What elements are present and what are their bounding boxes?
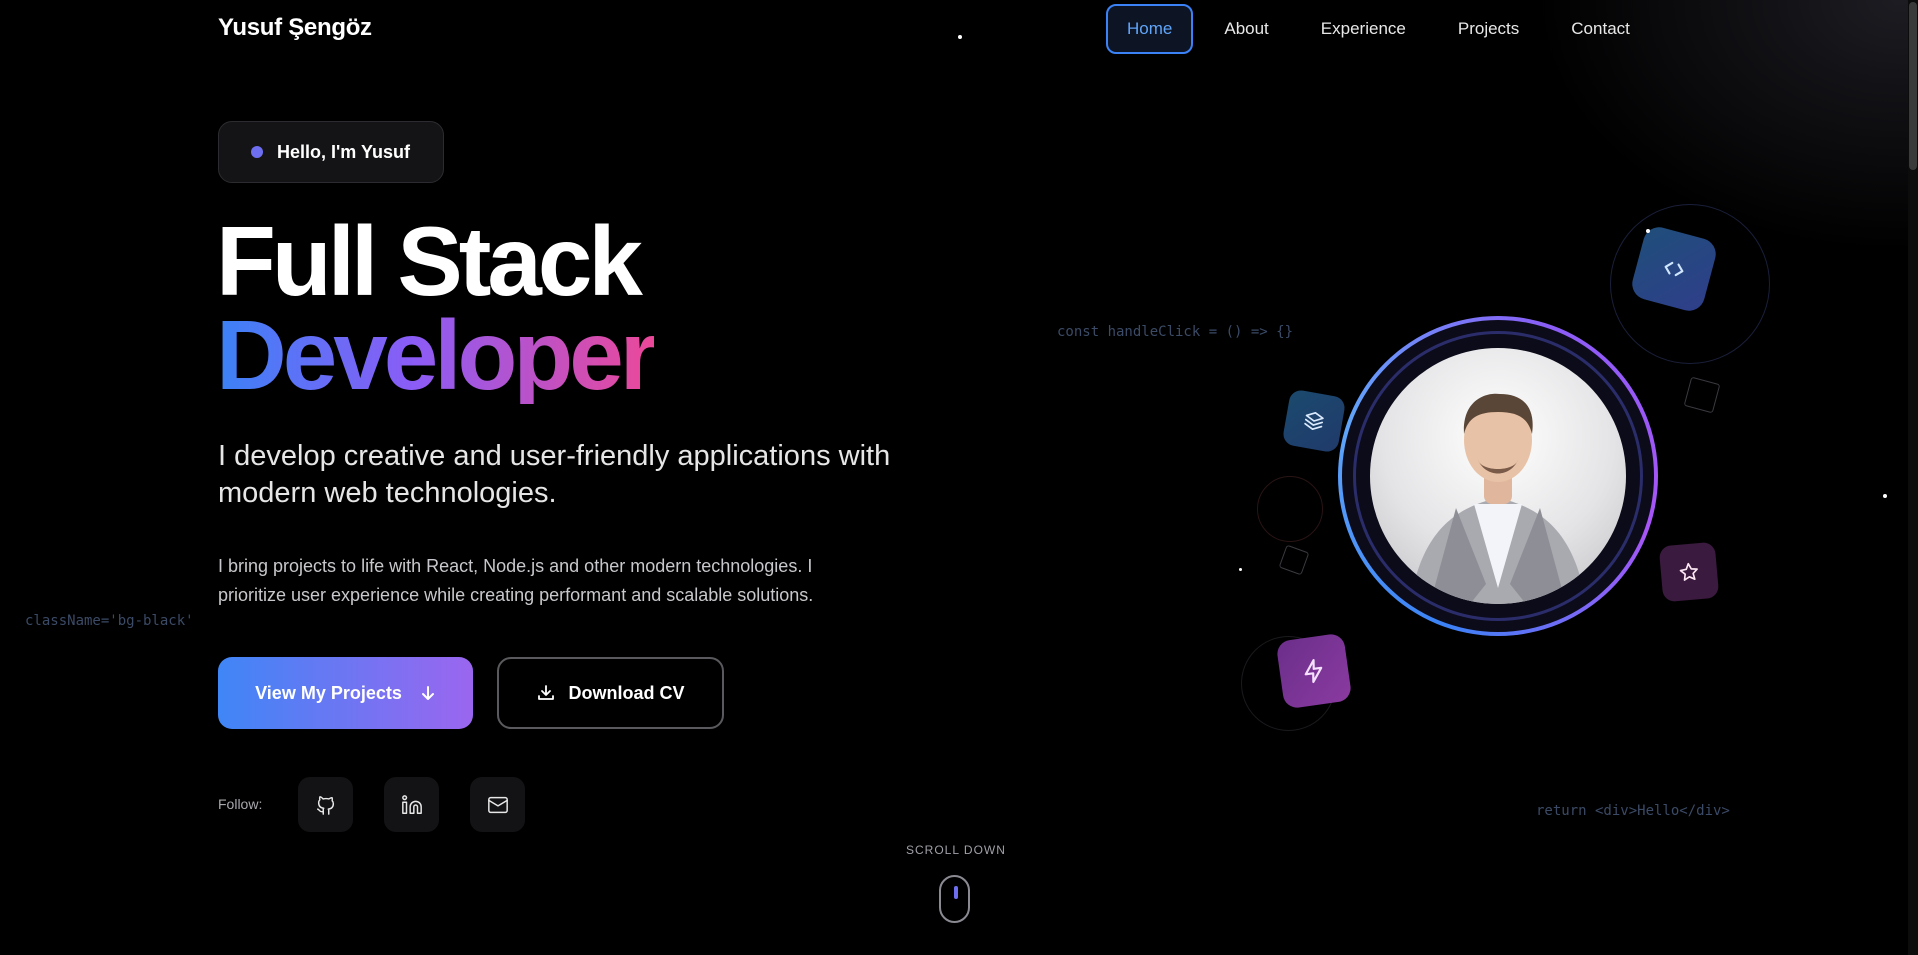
mouse-wheel (954, 886, 958, 899)
main-nav: Home About Experience Projects Contact (1106, 4, 1651, 54)
sparkle-3 (1239, 568, 1242, 571)
scrollbar-thumb[interactable] (1909, 2, 1917, 170)
linkedin-link[interactable] (384, 777, 439, 832)
star-tile (1658, 541, 1720, 603)
decor-square-1 (1683, 376, 1721, 414)
view-projects-label: View My Projects (255, 682, 402, 703)
code-snippet-top: const handleClick = () => {} (1057, 324, 1294, 340)
layers-icon (1304, 411, 1324, 431)
mail-icon (487, 796, 508, 813)
portrait-frame (1338, 316, 1658, 636)
code-snippet-left: className='bg-black' (25, 613, 194, 629)
decor-ring-left (1257, 476, 1323, 542)
page: Yusuf Şengöz Home About Experience Proje… (0, 0, 1918, 955)
nav-contact[interactable]: Contact (1550, 4, 1651, 54)
nav-experience[interactable]: Experience (1300, 4, 1427, 54)
arrow-down-icon (421, 686, 434, 700)
sparkle-2 (1646, 229, 1650, 233)
download-icon (537, 685, 554, 700)
github-link[interactable] (298, 777, 353, 832)
sparkle-4 (1883, 494, 1887, 498)
hero-lead: I develop creative and user-friendly app… (218, 440, 891, 509)
lightning-icon (1304, 659, 1323, 684)
view-projects-button[interactable]: View My Projects (218, 657, 473, 729)
portrait-border (1353, 331, 1643, 621)
linkedin-icon (401, 794, 422, 814)
scrollbar-track[interactable] (1908, 0, 1918, 955)
code-icon (1664, 261, 1684, 277)
decor-square-2 (1278, 544, 1310, 576)
hero-description: I bring projects to life with React, Nod… (218, 556, 814, 605)
hello-badge: Hello, I'm Yusuf (218, 121, 444, 183)
github-icon (316, 795, 334, 815)
hero-title-line2: Developer (216, 300, 658, 410)
code-snippet-bottom: return <div>Hello</div> (1536, 803, 1730, 819)
scroll-down-label: SCROLL DOWN (906, 843, 1006, 857)
scroll-mouse-icon[interactable] (939, 875, 970, 923)
download-cv-button[interactable]: Download CV (497, 657, 724, 729)
follow-label: Follow: (218, 796, 263, 812)
mail-link[interactable] (470, 777, 525, 832)
profile-photo (1370, 348, 1626, 604)
nav-home[interactable]: Home (1106, 4, 1194, 54)
status-dot (251, 146, 263, 158)
nav-projects[interactable]: Projects (1437, 4, 1540, 54)
portrait-inner (1342, 320, 1654, 632)
nav-about[interactable]: About (1203, 4, 1289, 54)
layers-tile (1281, 388, 1347, 454)
hello-badge-text: Hello, I'm Yusuf (277, 141, 410, 162)
hero-title-line1: Full Stack (216, 206, 643, 316)
star-icon (1679, 562, 1698, 581)
sparkle-1 (958, 35, 962, 39)
download-cv-label: Download CV (568, 682, 685, 703)
site-logo[interactable]: Yusuf Şengöz (218, 14, 372, 42)
person-illustration (1410, 393, 1586, 604)
lightning-tile (1275, 632, 1353, 710)
